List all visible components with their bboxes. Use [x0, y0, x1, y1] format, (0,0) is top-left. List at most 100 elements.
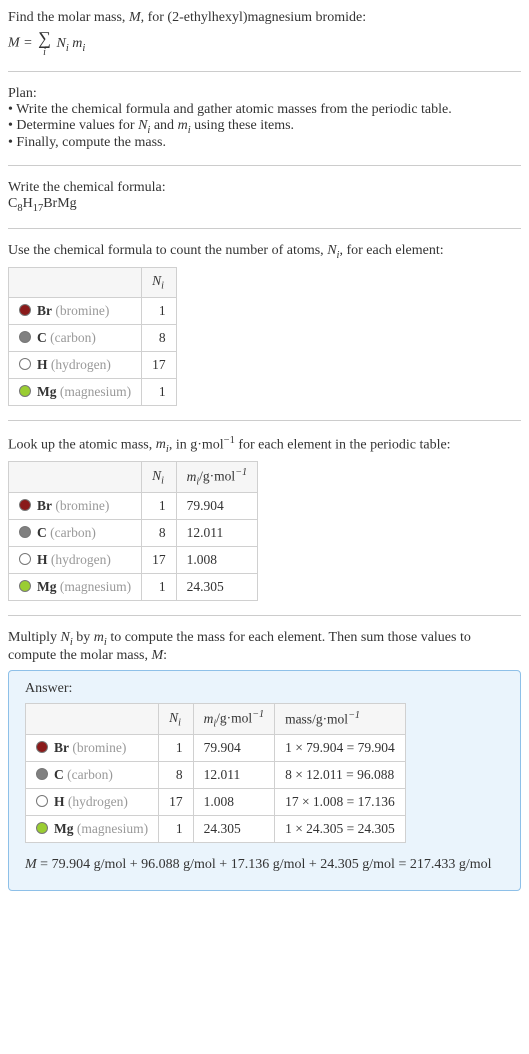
mass-heading: Look up the atomic mass, mi, in g·mol−1 …	[8, 435, 521, 455]
cell-element: H (hydrogen)	[26, 789, 159, 816]
mul-mid: by	[73, 630, 94, 645]
multiply-block: Multiply Ni by mi to compute the mass fo…	[8, 624, 521, 896]
cell-element: Br (bromine)	[26, 735, 159, 762]
element-color-dot	[19, 358, 31, 370]
cell-n: 8	[142, 520, 177, 547]
cell-n: 1	[142, 297, 177, 324]
cell-n: 1	[142, 574, 177, 601]
intro-text: Find the molar mass, M, for (2-ethylhexy…	[8, 10, 521, 26]
chemformula-heading: Write the chemical formula:	[8, 180, 521, 196]
element-name: (bromine)	[72, 740, 126, 755]
table-row: Mg (magnesium)124.3051 × 24.305 = 24.305	[26, 816, 406, 843]
cell-element: Mg (magnesium)	[26, 816, 159, 843]
col-n: Ni	[142, 267, 177, 297]
cell-element: Br (bromine)	[9, 297, 142, 324]
count-heading-post: , for each element:	[339, 243, 443, 258]
divider	[8, 228, 521, 229]
element-color-dot	[36, 768, 48, 780]
table-header-row: Ni	[9, 267, 177, 297]
plan-b2-pre: • Determine values for	[8, 118, 138, 133]
element-symbol: Mg	[54, 821, 74, 836]
count-block: Use the chemical formula to count the nu…	[8, 237, 521, 411]
cell-mass: 17 × 1.008 = 17.136	[275, 789, 406, 816]
element-color-dot	[19, 499, 31, 511]
cell-m: 24.305	[193, 816, 274, 843]
cell-m: 79.904	[193, 735, 274, 762]
cell-n: 17	[159, 789, 194, 816]
table-row: C (carbon)812.0118 × 12.011 = 96.088	[26, 762, 406, 789]
element-name: (magnesium)	[77, 821, 148, 836]
table-row: H (hydrogen)171.008	[9, 547, 258, 574]
element-symbol: C	[37, 330, 47, 345]
element-symbol: H	[37, 357, 48, 372]
cell-mass: 8 × 12.011 = 96.088	[275, 762, 406, 789]
cell-m: 24.305	[176, 574, 257, 601]
table-row: Mg (magnesium)1	[9, 378, 177, 405]
cell-n: 1	[142, 493, 177, 520]
table-row: H (hydrogen)17	[9, 351, 177, 378]
divider	[8, 71, 521, 72]
intro-formula: M = ∑i Ni mi	[8, 30, 521, 57]
cell-element: H (hydrogen)	[9, 351, 142, 378]
element-color-dot	[36, 822, 48, 834]
plan-b2-mid: and	[150, 118, 177, 133]
cell-element: C (carbon)	[9, 324, 142, 351]
col-n: Ni	[159, 704, 194, 735]
element-symbol: C	[37, 525, 47, 540]
element-name: (hydrogen)	[51, 552, 111, 567]
plan-block: Plan: • Write the chemical formula and g…	[8, 80, 521, 158]
element-color-dot	[19, 385, 31, 397]
col-m: mi/g·mol−1	[193, 704, 274, 735]
chemformula-block: Write the chemical formula: C8H17BrMg	[8, 174, 521, 220]
element-symbol: Mg	[37, 384, 57, 399]
col-element	[9, 267, 142, 297]
mass-heading-post: for each element in the periodic table:	[235, 437, 451, 452]
cell-n: 8	[159, 762, 194, 789]
col-element	[9, 462, 142, 493]
element-color-dot	[19, 553, 31, 565]
cell-element: C (carbon)	[26, 762, 159, 789]
element-symbol: Br	[37, 303, 52, 318]
element-color-dot	[19, 331, 31, 343]
mass-block: Look up the atomic mass, mi, in g·mol−1 …	[8, 429, 521, 608]
answer-label: Answer:	[25, 681, 504, 697]
element-name: (carbon)	[50, 330, 96, 345]
cell-element: C (carbon)	[9, 520, 142, 547]
divider	[8, 615, 521, 616]
table-row: C (carbon)812.011	[9, 520, 258, 547]
cell-n: 17	[142, 547, 177, 574]
element-symbol: H	[37, 552, 48, 567]
mul-pre: Multiply	[8, 630, 61, 645]
cell-element: H (hydrogen)	[9, 547, 142, 574]
plan-bullet-3: • Finally, compute the mass.	[8, 135, 521, 151]
element-name: (bromine)	[55, 303, 109, 318]
element-symbol: Mg	[37, 579, 57, 594]
cell-element: Br (bromine)	[9, 493, 142, 520]
plan-heading: Plan:	[8, 86, 521, 102]
col-m: mi/g·mol−1	[176, 462, 257, 493]
cell-n: 8	[142, 324, 177, 351]
element-color-dot	[36, 741, 48, 753]
element-name: (hydrogen)	[51, 357, 111, 372]
divider	[8, 420, 521, 421]
cell-m: 1.008	[193, 789, 274, 816]
plan-bullet-2: • Determine values for Ni and mi using t…	[8, 118, 521, 136]
table-row: Mg (magnesium)124.305	[9, 574, 258, 601]
table-row: Br (bromine)179.9041 × 79.904 = 79.904	[26, 735, 406, 762]
plan-b2-post: using these items.	[191, 118, 294, 133]
final-equation: M = 79.904 g/mol + 96.088 g/mol + 17.136…	[25, 855, 504, 875]
col-n: Ni	[142, 462, 177, 493]
element-name: (bromine)	[55, 498, 109, 513]
element-color-dot	[19, 526, 31, 538]
element-name: (magnesium)	[60, 384, 131, 399]
count-heading: Use the chemical formula to count the nu…	[8, 243, 521, 261]
cell-m: 1.008	[176, 547, 257, 574]
divider	[8, 165, 521, 166]
cell-element: Mg (magnesium)	[9, 378, 142, 405]
table-row: H (hydrogen)171.00817 × 1.008 = 17.136	[26, 789, 406, 816]
col-mass: mass/g·mol−1	[275, 704, 406, 735]
answer-box: Answer: Ni mi/g·mol−1 mass/g·mol−1 Br (b…	[8, 670, 521, 890]
mass-table: Ni mi/g·mol−1 Br (bromine)179.904C (carb…	[8, 461, 258, 601]
cell-m: 12.011	[193, 762, 274, 789]
mass-heading-exp: −1	[224, 435, 235, 446]
